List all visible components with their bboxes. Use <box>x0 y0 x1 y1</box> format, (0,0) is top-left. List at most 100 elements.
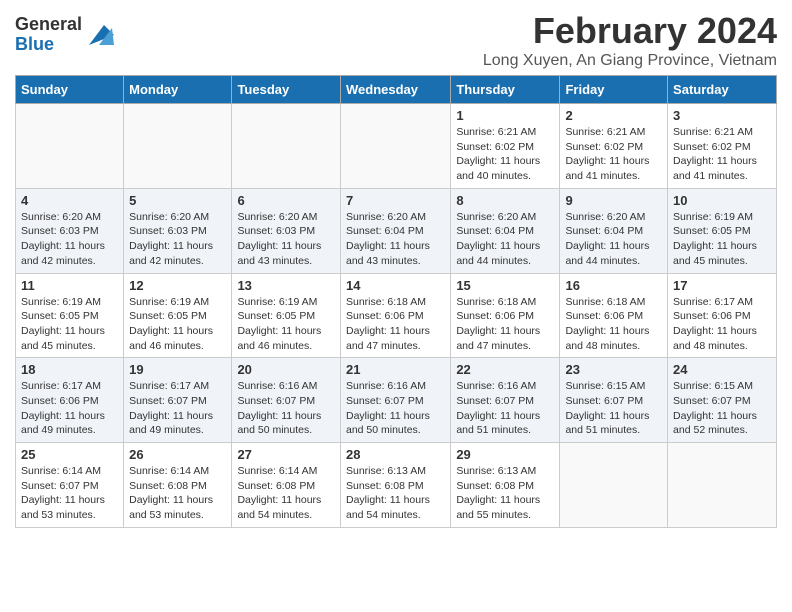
cell-info: Sunrise: 6:13 AM Sunset: 6:08 PM Dayligh… <box>346 464 445 523</box>
cell-info: Sunrise: 6:16 AM Sunset: 6:07 PM Dayligh… <box>346 379 445 438</box>
cell-info: Sunrise: 6:14 AM Sunset: 6:08 PM Dayligh… <box>129 464 226 523</box>
day-header-sunday: Sunday <box>16 76 124 104</box>
cell-info: Sunrise: 6:20 AM Sunset: 6:04 PM Dayligh… <box>346 210 445 269</box>
cell-info: Sunrise: 6:20 AM Sunset: 6:03 PM Dayligh… <box>237 210 335 269</box>
calendar-cell: 10 Sunrise: 6:19 AM Sunset: 6:05 PM Dayli… <box>668 188 777 273</box>
cell-info: Sunrise: 6:20 AM Sunset: 6:04 PM Dayligh… <box>565 210 662 269</box>
calendar-cell: 23 Sunrise: 6:15 AM Sunset: 6:07 PM Dayli… <box>560 358 668 443</box>
cell-info: Sunrise: 6:17 AM Sunset: 6:06 PM Dayligh… <box>21 379 118 438</box>
calendar-cell <box>340 104 450 189</box>
cell-info: Sunrise: 6:15 AM Sunset: 6:07 PM Dayligh… <box>673 379 771 438</box>
cell-info: Sunrise: 6:17 AM Sunset: 6:06 PM Dayligh… <box>673 295 771 354</box>
cell-info: Sunrise: 6:14 AM Sunset: 6:08 PM Dayligh… <box>237 464 335 523</box>
calendar-cell: 1Sunrise: 6:21 AM Sunset: 6:02 PM Daylig… <box>451 104 560 189</box>
calendar-cell: 17 Sunrise: 6:17 AM Sunset: 6:06 PM Dayli… <box>668 273 777 358</box>
cell-info: Sunrise: 6:19 AM Sunset: 6:05 PM Dayligh… <box>673 210 771 269</box>
cell-info: Sunrise: 6:13 AM Sunset: 6:08 PM Dayligh… <box>456 464 554 523</box>
day-number: 28 <box>346 447 445 462</box>
cell-info: Sunrise: 6:14 AM Sunset: 6:07 PM Dayligh… <box>21 464 118 523</box>
calendar-cell <box>16 104 124 189</box>
cell-info: Sunrise: 6:21 AM Sunset: 6:02 PM Dayligh… <box>673 125 771 184</box>
day-number: 23 <box>565 362 662 377</box>
cell-info: Sunrise: 6:16 AM Sunset: 6:07 PM Dayligh… <box>237 379 335 438</box>
day-number: 5 <box>129 193 226 208</box>
day-header-saturday: Saturday <box>668 76 777 104</box>
calendar-cell: 12Sunrise: 6:19 AM Sunset: 6:05 PM Dayli… <box>124 273 232 358</box>
cell-info: Sunrise: 6:19 AM Sunset: 6:05 PM Dayligh… <box>21 295 118 354</box>
day-number: 17 <box>673 278 771 293</box>
calendar-week-row: 18 Sunrise: 6:17 AM Sunset: 6:06 PM Dayli… <box>16 358 777 443</box>
day-number: 4 <box>21 193 118 208</box>
day-number: 13 <box>237 278 335 293</box>
day-number: 18 <box>21 362 118 377</box>
logo: General Blue <box>15 15 114 55</box>
day-number: 21 <box>346 362 445 377</box>
month-title: February 2024 <box>483 10 777 52</box>
logo-blue: Blue <box>15 35 82 55</box>
day-number: 9 <box>565 193 662 208</box>
day-number: 7 <box>346 193 445 208</box>
cell-info: Sunrise: 6:15 AM Sunset: 6:07 PM Dayligh… <box>565 379 662 438</box>
day-header-monday: Monday <box>124 76 232 104</box>
cell-info: Sunrise: 6:16 AM Sunset: 6:07 PM Dayligh… <box>456 379 554 438</box>
calendar-cell: 22 Sunrise: 6:16 AM Sunset: 6:07 PM Dayli… <box>451 358 560 443</box>
cell-info: Sunrise: 6:17 AM Sunset: 6:07 PM Dayligh… <box>129 379 226 438</box>
day-number: 19 <box>129 362 226 377</box>
day-number: 6 <box>237 193 335 208</box>
day-number: 2 <box>565 108 662 123</box>
calendar-week-row: 4 Sunrise: 6:20 AM Sunset: 6:03 PM Daylig… <box>16 188 777 273</box>
calendar-week-row: 25 Sunrise: 6:14 AM Sunset: 6:07 PM Dayli… <box>16 443 777 528</box>
logo-general: General <box>15 15 82 35</box>
calendar-cell: 4 Sunrise: 6:20 AM Sunset: 6:03 PM Daylig… <box>16 188 124 273</box>
day-number: 8 <box>456 193 554 208</box>
calendar-cell: 11Sunrise: 6:19 AM Sunset: 6:05 PM Dayli… <box>16 273 124 358</box>
calendar-cell: 19 Sunrise: 6:17 AM Sunset: 6:07 PM Dayli… <box>124 358 232 443</box>
calendar-cell: 29 Sunrise: 6:13 AM Sunset: 6:08 PM Dayli… <box>451 443 560 528</box>
calendar-cell: 18 Sunrise: 6:17 AM Sunset: 6:06 PM Dayli… <box>16 358 124 443</box>
calendar-cell: 24 Sunrise: 6:15 AM Sunset: 6:07 PM Dayli… <box>668 358 777 443</box>
calendar-cell <box>232 104 341 189</box>
calendar-cell: 26 Sunrise: 6:14 AM Sunset: 6:08 PM Dayli… <box>124 443 232 528</box>
day-header-thursday: Thursday <box>451 76 560 104</box>
day-number: 15 <box>456 278 554 293</box>
cell-info: Sunrise: 6:20 AM Sunset: 6:03 PM Dayligh… <box>21 210 118 269</box>
cell-info: Sunrise: 6:18 AM Sunset: 6:06 PM Dayligh… <box>346 295 445 354</box>
calendar-cell: 8 Sunrise: 6:20 AM Sunset: 6:04 PM Daylig… <box>451 188 560 273</box>
day-number: 24 <box>673 362 771 377</box>
location-subtitle: Long Xuyen, An Giang Province, Vietnam <box>483 52 777 70</box>
calendar-cell: 13Sunrise: 6:19 AM Sunset: 6:05 PM Dayli… <box>232 273 341 358</box>
day-header-tuesday: Tuesday <box>232 76 341 104</box>
day-number: 22 <box>456 362 554 377</box>
calendar-cell <box>668 443 777 528</box>
calendar-header-row: SundayMondayTuesdayWednesdayThursdayFrid… <box>16 76 777 104</box>
day-number: 14 <box>346 278 445 293</box>
calendar-cell: 27Sunrise: 6:14 AM Sunset: 6:08 PM Dayli… <box>232 443 341 528</box>
day-number: 20 <box>237 362 335 377</box>
calendar-cell: 6 Sunrise: 6:20 AM Sunset: 6:03 PM Daylig… <box>232 188 341 273</box>
calendar-cell <box>124 104 232 189</box>
day-number: 25 <box>21 447 118 462</box>
calendar-cell: 25 Sunrise: 6:14 AM Sunset: 6:07 PM Dayli… <box>16 443 124 528</box>
day-number: 26 <box>129 447 226 462</box>
calendar-cell <box>560 443 668 528</box>
calendar-table: SundayMondayTuesdayWednesdayThursdayFrid… <box>15 75 777 528</box>
calendar-cell: 3 Sunrise: 6:21 AM Sunset: 6:02 PM Daylig… <box>668 104 777 189</box>
calendar-cell: 5Sunrise: 6:20 AM Sunset: 6:03 PM Daylig… <box>124 188 232 273</box>
cell-info: Sunrise: 6:21 AM Sunset: 6:02 PM Dayligh… <box>456 125 554 184</box>
title-area: February 2024 Long Xuyen, An Giang Provi… <box>483 10 777 70</box>
calendar-week-row: 11Sunrise: 6:19 AM Sunset: 6:05 PM Dayli… <box>16 273 777 358</box>
calendar-cell: 7 Sunrise: 6:20 AM Sunset: 6:04 PM Daylig… <box>340 188 450 273</box>
cell-info: Sunrise: 6:18 AM Sunset: 6:06 PM Dayligh… <box>456 295 554 354</box>
calendar-cell: 14 Sunrise: 6:18 AM Sunset: 6:06 PM Dayli… <box>340 273 450 358</box>
calendar-cell: 2 Sunrise: 6:21 AM Sunset: 6:02 PM Daylig… <box>560 104 668 189</box>
day-number: 12 <box>129 278 226 293</box>
day-number: 16 <box>565 278 662 293</box>
day-number: 29 <box>456 447 554 462</box>
day-number: 10 <box>673 193 771 208</box>
day-number: 3 <box>673 108 771 123</box>
day-header-friday: Friday <box>560 76 668 104</box>
calendar-cell: 15 Sunrise: 6:18 AM Sunset: 6:06 PM Dayli… <box>451 273 560 358</box>
cell-info: Sunrise: 6:20 AM Sunset: 6:04 PM Dayligh… <box>456 210 554 269</box>
calendar-cell: 20 Sunrise: 6:16 AM Sunset: 6:07 PM Dayli… <box>232 358 341 443</box>
cell-info: Sunrise: 6:21 AM Sunset: 6:02 PM Dayligh… <box>565 125 662 184</box>
